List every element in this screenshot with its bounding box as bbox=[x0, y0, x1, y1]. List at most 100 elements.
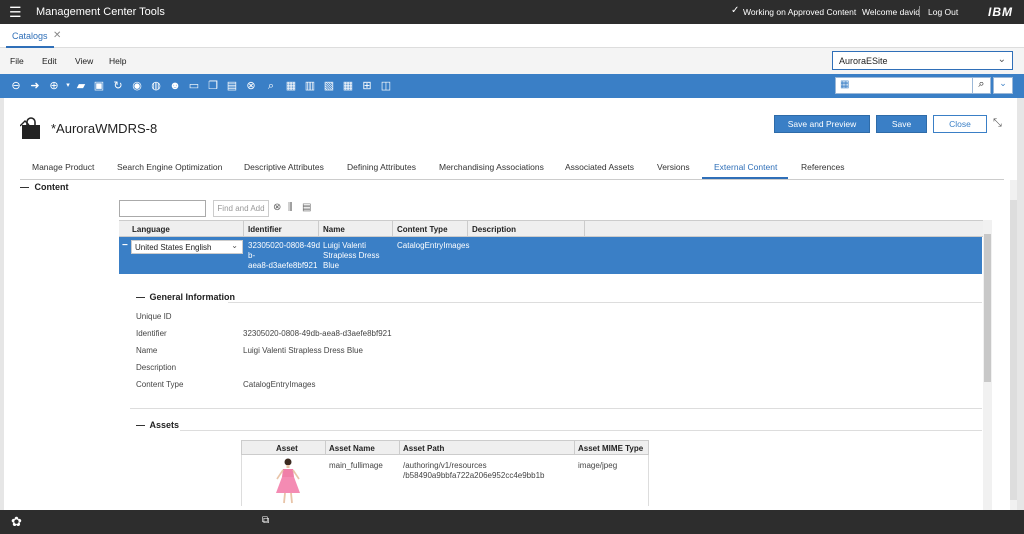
chevron-down-icon: ⌄ bbox=[231, 241, 238, 250]
menu-file[interactable]: File bbox=[10, 56, 24, 66]
column-header-asset-mime-type[interactable]: Asset MIME Type bbox=[578, 444, 643, 453]
identifier-value: 32305020-0808-49db-aea8-d3aefe8bf921 bbox=[243, 329, 392, 338]
save-button[interactable]: Save bbox=[876, 115, 927, 133]
stop-icon[interactable]: ◉ bbox=[130, 79, 144, 93]
name-line: Luigi Valenti bbox=[323, 241, 366, 250]
tab-references[interactable]: References bbox=[801, 162, 844, 172]
tab-manage-product[interactable]: Manage Product bbox=[32, 162, 94, 172]
new-icon[interactable]: ⊕ bbox=[47, 79, 61, 93]
name-label: Name bbox=[136, 346, 158, 355]
menu-edit[interactable]: Edit bbox=[42, 56, 57, 66]
store-select[interactable]: AuroraESite ⌄ bbox=[832, 51, 1013, 70]
ibm-logo: IBM bbox=[988, 5, 1013, 19]
language-select-value: United States English bbox=[135, 243, 212, 252]
save-icon[interactable]: ▣ bbox=[92, 79, 106, 93]
checkmark-icon: ✓ bbox=[731, 5, 740, 16]
tab-search-engine-optimization[interactable]: Search Engine Optimization bbox=[117, 162, 222, 172]
app-title: Management Center Tools bbox=[36, 6, 165, 18]
column-header-asset[interactable]: Asset bbox=[276, 444, 298, 453]
general-information-header[interactable]: — General Information bbox=[136, 292, 235, 302]
barcode-icon[interactable]: ▥ bbox=[303, 79, 317, 93]
utilities-icon[interactable]: ▧ bbox=[322, 79, 336, 93]
content-section-label: Content bbox=[34, 182, 69, 192]
asset-path-line: /authoring/v1/resources bbox=[403, 461, 487, 470]
divider bbox=[130, 408, 982, 409]
grid-view-icon[interactable]: ▦ bbox=[341, 79, 355, 93]
dress-thumbnail bbox=[276, 458, 300, 504]
column-header-asset-name[interactable]: Asset Name bbox=[329, 444, 375, 453]
column-config-icon[interactable]: ⫼ bbox=[288, 202, 293, 213]
column-header-description[interactable]: Description bbox=[472, 225, 516, 234]
save-and-preview-button[interactable]: Save and Preview bbox=[774, 115, 870, 133]
name-value: Luigi Valenti Strapless Dress Blue bbox=[243, 346, 363, 355]
find-and-add-button[interactable]: Find and Add bbox=[213, 200, 269, 217]
tab-external-content[interactable]: External Content bbox=[714, 162, 777, 172]
remove-icon[interactable]: ⊗ bbox=[273, 202, 281, 213]
preview-icon[interactable]: ▭ bbox=[187, 79, 201, 93]
search-input[interactable]: ▦ bbox=[835, 77, 973, 94]
back-icon[interactable]: ⊖ bbox=[9, 79, 23, 93]
content-section-header[interactable]: — Content bbox=[20, 182, 69, 192]
logout-link[interactable]: Log Out bbox=[928, 7, 958, 17]
assets-header[interactable]: — Assets bbox=[136, 420, 179, 430]
open-folder-icon[interactable]: ▰ bbox=[74, 79, 88, 93]
column-header-asset-path[interactable]: Asset Path bbox=[403, 444, 444, 453]
paste-icon[interactable]: ▤ bbox=[225, 79, 239, 93]
external-window-icon[interactable]: ⧉ bbox=[262, 515, 269, 526]
bee-logo-icon[interactable]: ✿ bbox=[11, 514, 22, 530]
column-header-content-type[interactable]: Content Type bbox=[397, 225, 448, 234]
layout-icon[interactable]: ⊞ bbox=[360, 79, 374, 93]
object-tabs: Manage Product Search Engine Optimizatio… bbox=[20, 158, 1004, 180]
search-options-chevron-icon[interactable]: ⌄ bbox=[993, 77, 1013, 94]
mime-type-cell: image/jpeg bbox=[578, 461, 618, 470]
name-line: Blue bbox=[323, 261, 340, 270]
compare-icon[interactable]: ▦ bbox=[284, 79, 298, 93]
copy-icon[interactable]: ❐ bbox=[206, 79, 220, 93]
identifier-line: aea8-d3aefe8bf921 bbox=[248, 261, 318, 270]
collapse-section-icon: — bbox=[20, 182, 29, 192]
tab-merchandising-associations[interactable]: Merchandising Associations bbox=[439, 162, 544, 172]
page-scrollbar-thumb[interactable] bbox=[1010, 200, 1017, 500]
grid-scrollbar-thumb[interactable] bbox=[984, 234, 991, 382]
close-tab-icon[interactable]: ✕ bbox=[53, 30, 61, 41]
assets-title: Assets bbox=[149, 420, 180, 430]
close-button[interactable]: Close bbox=[933, 115, 987, 133]
column-header-name[interactable]: Name bbox=[323, 225, 345, 234]
globe-icon[interactable]: ◍ bbox=[149, 79, 163, 93]
asset-path-line: /b58490a9bbfa722a206e952cc4e9bb1b bbox=[403, 471, 545, 480]
new-dropdown-icon[interactable]: ▾ bbox=[61, 79, 75, 93]
tab-associated-assets[interactable]: Associated Assets bbox=[565, 162, 634, 172]
column-divider bbox=[243, 221, 244, 237]
table-row[interactable]: main_fullimage /authoring/v1/resources /… bbox=[241, 455, 649, 506]
content-type-cell: CatalogEntryImages bbox=[397, 241, 470, 250]
tab-versions[interactable]: Versions bbox=[657, 162, 690, 172]
column-header-language[interactable]: Language bbox=[132, 225, 170, 234]
tab-descriptive-attributes[interactable]: Descriptive Attributes bbox=[244, 162, 324, 172]
split-view-icon[interactable]: ◫ bbox=[379, 79, 393, 93]
person-icon[interactable]: ☻ bbox=[168, 79, 182, 93]
collapse-icon[interactable]: ⤡ bbox=[993, 117, 1002, 130]
top-bar: ☰ Management Center Tools ✓ Working on A… bbox=[0, 0, 1024, 24]
search-icon[interactable]: ⌕ bbox=[973, 77, 991, 94]
divider bbox=[919, 6, 920, 17]
tab-defining-attributes[interactable]: Defining Attributes bbox=[347, 162, 416, 172]
column-divider bbox=[467, 221, 468, 237]
filter-input[interactable] bbox=[119, 200, 206, 217]
content-type-label: Content Type bbox=[136, 380, 184, 389]
search-type-icon[interactable]: ▦ bbox=[840, 79, 849, 90]
row-collapse-toggle[interactable]: − bbox=[122, 241, 128, 251]
table-row[interactable]: − 32305020-0808-49d b- aea8-d3aefe8bf921… bbox=[119, 237, 982, 274]
menu-view[interactable]: View bbox=[75, 56, 93, 66]
refresh-icon[interactable]: ↻ bbox=[111, 79, 125, 93]
menu-help[interactable]: Help bbox=[109, 56, 126, 66]
identifier-line: 32305020-0808-49d bbox=[248, 241, 321, 250]
delete-icon[interactable]: ⊗ bbox=[244, 79, 258, 93]
grid-options-icon[interactable]: ▤ bbox=[302, 202, 311, 213]
forward-icon[interactable]: ➜ bbox=[28, 79, 42, 93]
find-icon[interactable]: ⌕ bbox=[264, 79, 278, 93]
chevron-down-icon: ⌄ bbox=[997, 54, 1006, 65]
column-header-identifier[interactable]: Identifier bbox=[248, 225, 282, 234]
language-select[interactable]: United States English ⌄ bbox=[131, 240, 243, 254]
tab-catalogs[interactable]: Catalogs bbox=[6, 24, 54, 48]
hamburger-menu-icon[interactable]: ☰ bbox=[9, 4, 22, 21]
